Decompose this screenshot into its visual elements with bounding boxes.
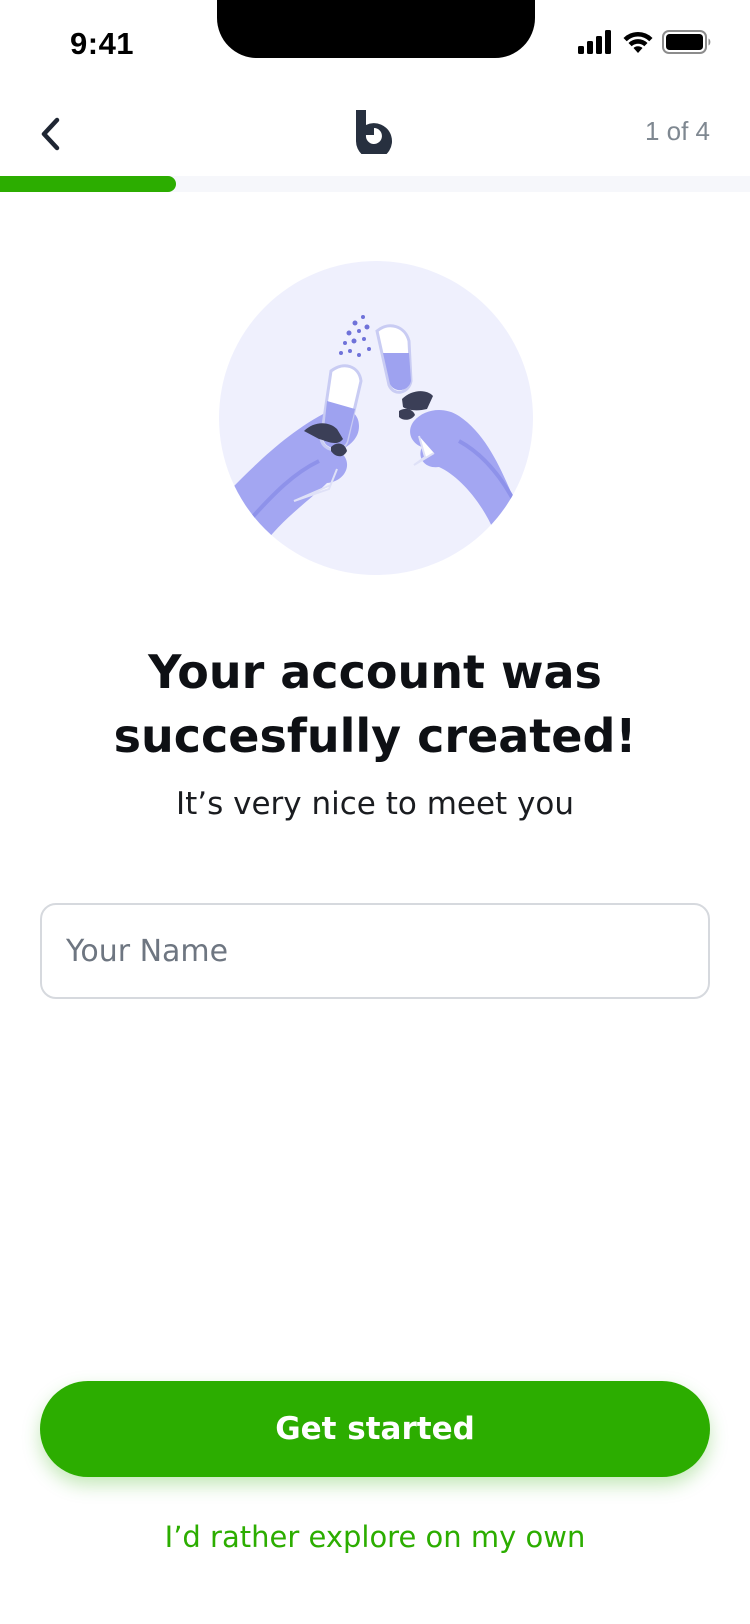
progress-fill [0, 176, 177, 192]
subtitle: It’s very nice to meet you [175, 786, 575, 822]
back-button[interactable] [22, 106, 78, 162]
cellular-signal-icon [578, 30, 611, 54]
device-notch [217, 0, 535, 58]
toasting-glasses-illustration [219, 261, 533, 575]
battery-icon [662, 30, 711, 54]
chevron-left-icon [41, 117, 60, 151]
step-counter: 1 of 4 [644, 116, 710, 146]
explore-on-my-own-link[interactable]: I’d rather explore on my own [40, 1520, 710, 1554]
status-time: 9:41 [70, 26, 135, 61]
progress-bar [0, 176, 750, 192]
brand-logo [355, 110, 392, 154]
page-title: Your account was succesfully created! [113, 645, 637, 763]
get-started-button[interactable]: Get started [40, 1381, 710, 1477]
status-icons [578, 30, 712, 54]
name-input[interactable] [42, 905, 708, 997]
wifi-icon [623, 31, 653, 53]
top-nav: 1 of 4 [0, 96, 750, 168]
name-field [40, 903, 710, 999]
status-bar: 9:41 [0, 0, 750, 90]
